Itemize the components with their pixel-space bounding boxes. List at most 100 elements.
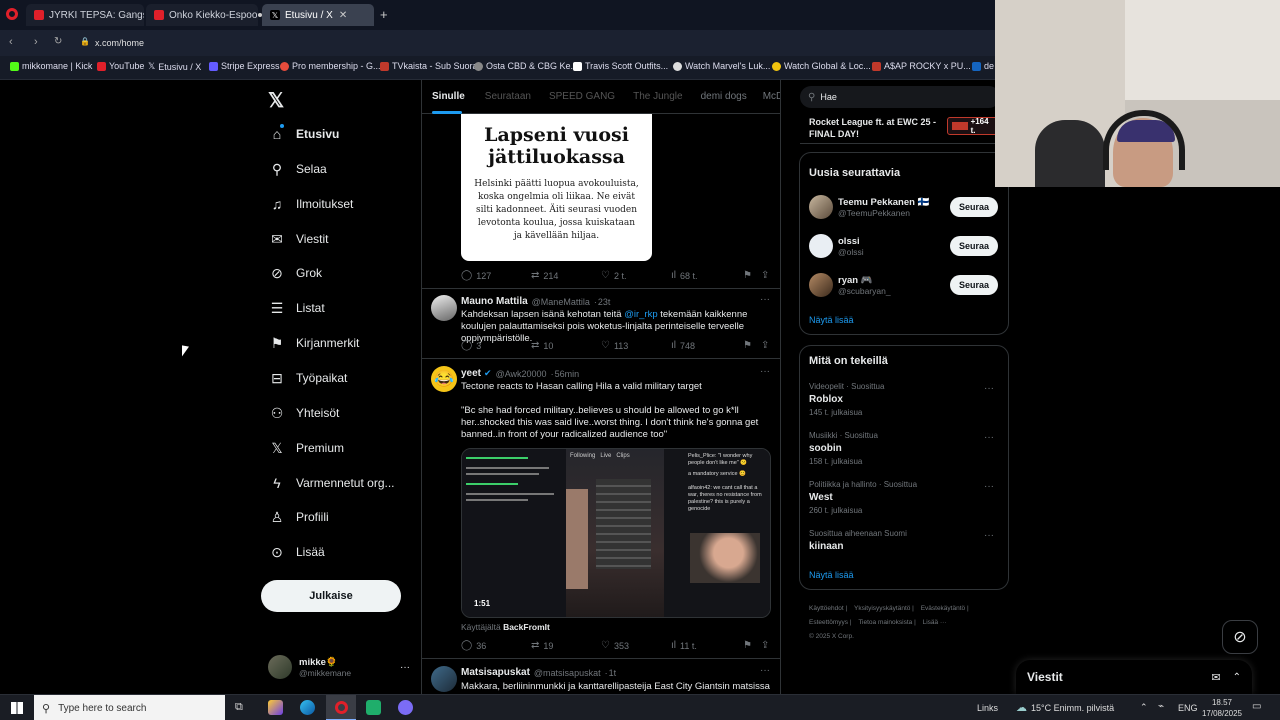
tab-following[interactable]: Seurataan xyxy=(485,91,531,102)
trend-item[interactable]: Suosittua aiheenaan Suomi kiinaan xyxy=(809,529,999,552)
taskbar-search-input[interactable]: Type here to search xyxy=(58,703,146,714)
nav-notifications[interactable]: ♫ Ilmoitukset xyxy=(268,195,354,213)
footer-link[interactable]: Lisää ··· xyxy=(923,619,947,626)
tab-speed-gang[interactable]: SPEED GANG xyxy=(549,91,615,102)
browser-tab-3-active[interactable]: 𝕏 Etusivu / X ✕ xyxy=(262,4,374,26)
trend-item[interactable]: Videopelit · Suosittua Roblox 145 t. jul… xyxy=(809,382,999,417)
nav-grok[interactable]: ⊘ Grok xyxy=(268,264,322,282)
author-handle[interactable]: @ManeMattila xyxy=(532,297,590,307)
follow-button[interactable]: Seuraa xyxy=(950,197,998,217)
repost-action[interactable]: ⇄ 19 xyxy=(531,640,553,651)
post-more-icon[interactable]: ··· xyxy=(760,294,770,305)
bookmark-stripe[interactable]: Stripe Express xyxy=(209,61,280,71)
search-input[interactable]: Hae xyxy=(820,92,837,102)
bookmark-kick[interactable]: mikkomane | Kick xyxy=(10,61,92,71)
author-name[interactable]: Matsisapuskat xyxy=(461,667,530,678)
tab-for-you[interactable]: Sinulle xyxy=(432,91,465,102)
footer-link[interactable]: Esteettömyys xyxy=(809,619,848,626)
taskbar-links[interactable]: Links xyxy=(977,703,998,713)
article-image-card[interactable]: Lapseni vuosi jättiluokassa Helsinki pää… xyxy=(461,114,652,261)
taskbar-app-edge-icon[interactable] xyxy=(300,700,315,715)
search-box[interactable]: ⚲ Hae xyxy=(800,86,1000,108)
taskbar-search[interactable]: ⚲ Type here to search xyxy=(34,695,225,720)
bookmark-action[interactable]: ⚑ xyxy=(743,270,756,281)
bookmark-asap[interactable]: A$AP ROCKY x PU... xyxy=(872,61,971,71)
post-time[interactable]: 56min xyxy=(555,369,580,379)
bookmark-tvkaista[interactable]: TVkaista - Sub Suora xyxy=(380,61,478,71)
post-more-icon[interactable]: ··· xyxy=(760,665,770,676)
avatar-emoji[interactable]: 😂 xyxy=(431,366,457,392)
post-more-icon[interactable]: ··· xyxy=(760,366,770,377)
like-action[interactable]: ♡ 353 xyxy=(601,640,629,651)
trend-more-icon[interactable]: ··· xyxy=(984,481,994,492)
author-name[interactable]: Mauno Mattila xyxy=(461,296,528,307)
show-more-link[interactable]: Näytä lisää xyxy=(809,315,854,325)
bookmark-de[interactable]: de xyxy=(972,61,994,71)
tab-mcdonal[interactable]: McDonal xyxy=(763,91,780,102)
weather-widget[interactable]: ☁ 15°C Enimm. pilvistä xyxy=(1016,701,1114,714)
bookmark-marvel[interactable]: Watch Marvel's Luk... xyxy=(673,61,770,71)
back-icon[interactable]: ‹ xyxy=(9,36,13,48)
trend-item[interactable]: Politiikka ja hallinto · Suosittua West … xyxy=(809,480,999,515)
views-action[interactable]: ıl 748 xyxy=(671,340,695,351)
bookmark-action[interactable]: ⚑ xyxy=(743,340,756,351)
bookmark-pro-membership[interactable]: Pro membership - G... xyxy=(280,61,381,71)
windows-start-icon[interactable] xyxy=(11,702,23,714)
repost-action[interactable]: ⇄ 10 xyxy=(531,340,553,351)
author-handle[interactable]: @Awk20000 xyxy=(496,369,547,379)
repost-action[interactable]: ⇄ 214 xyxy=(531,270,558,281)
trend-more-icon[interactable]: ··· xyxy=(984,530,994,541)
nav-jobs[interactable]: ⊟ Työpaikat xyxy=(268,369,347,387)
reply-action[interactable]: ◯ 127 xyxy=(461,270,491,281)
footer-link[interactable]: Käyttöehdot xyxy=(809,605,844,612)
like-action[interactable]: ♡ 113 xyxy=(601,340,628,351)
author-name[interactable]: yeet xyxy=(461,368,481,379)
browser-tab-1[interactable]: JYRKI TEPSA: Gangsterielä xyxy=(26,4,144,26)
post-time[interactable]: 23t xyxy=(598,297,611,307)
url-field[interactable]: x.com/home xyxy=(95,38,144,48)
bookmark-x[interactable]: 𝕏 Etusivu / X xyxy=(148,61,201,72)
browser-tab-2[interactable]: Onko Kiekko-Espoon rom xyxy=(146,4,258,26)
bookmark-youtube[interactable]: YouTube xyxy=(97,61,144,71)
bookmark-cbd[interactable]: Osta CBD & CBG Ke... xyxy=(474,61,578,71)
nav-home[interactable]: ⌂ Etusivu xyxy=(268,125,340,143)
footer-link[interactable]: Yksityisyyskäytäntö xyxy=(854,605,910,612)
views-action[interactable]: ıl 68 t. xyxy=(671,270,698,281)
nav-explore[interactable]: ⚲ Selaa xyxy=(268,160,327,178)
clock[interactable]: 18.57 17/08/2025 xyxy=(1200,697,1244,719)
follow-button[interactable]: Seuraa xyxy=(950,275,998,295)
trend-more-icon[interactable]: ··· xyxy=(984,432,994,443)
language-indicator[interactable]: ENG xyxy=(1178,703,1198,713)
messages-drawer[interactable]: Viestit ✉ ⌃ xyxy=(1016,660,1252,694)
close-tab-icon[interactable]: ✕ xyxy=(339,10,347,21)
notifications-icon[interactable]: ▭ xyxy=(1252,701,1261,712)
nav-messages[interactable]: ✉ Viestit xyxy=(268,230,328,248)
nav-premium[interactable]: 𝕏 Premium xyxy=(268,439,344,457)
grok-float-button[interactable]: ⊘ xyxy=(1222,620,1258,654)
bookmark-action[interactable]: ⚑ xyxy=(743,640,756,651)
reply-action[interactable]: ◯ 36 xyxy=(461,640,486,651)
tab-the-jungle[interactable]: The Jungle xyxy=(633,91,682,102)
post-button[interactable]: Julkaise xyxy=(261,580,401,612)
new-tab-plus-icon[interactable]: + xyxy=(380,7,388,22)
nav-verified-orgs[interactable]: ϟ Varmennetut org... xyxy=(268,474,394,492)
nav-profile[interactable]: ♙ Profiili xyxy=(268,508,329,526)
follow-button[interactable]: Seuraa xyxy=(950,236,998,256)
tab-demi-dogs[interactable]: demi dogs xyxy=(701,91,747,102)
share-action[interactable]: ⇪ xyxy=(761,340,773,351)
show-more-link[interactable]: Näytä lisää xyxy=(809,570,854,580)
account-more-icon[interactable]: ··· xyxy=(400,662,410,673)
nav-communities[interactable]: ⚇ Yhteisöt xyxy=(268,404,340,422)
nav-more[interactable]: ⊙ Lisää xyxy=(268,543,325,561)
taskbar-app-vscode-icon[interactable] xyxy=(268,700,283,715)
views-action[interactable]: ıl 11 t. xyxy=(671,640,697,651)
trend-more-icon[interactable]: ··· xyxy=(984,383,994,394)
expand-chevron-icon[interactable]: ⌃ xyxy=(1233,672,1241,683)
account-switcher[interactable]: mikke🌻 @mikkemane ··· xyxy=(268,654,410,680)
forward-icon[interactable]: › xyxy=(34,36,38,48)
reply-action[interactable]: ◯ 3 xyxy=(461,340,481,351)
mention-link[interactable]: @ir_rkp xyxy=(624,309,657,320)
footer-link[interactable]: Evästekäytäntö xyxy=(921,605,965,612)
x-logo-icon[interactable]: 𝕏 xyxy=(268,88,284,113)
opera-logo-icon[interactable] xyxy=(6,8,18,20)
